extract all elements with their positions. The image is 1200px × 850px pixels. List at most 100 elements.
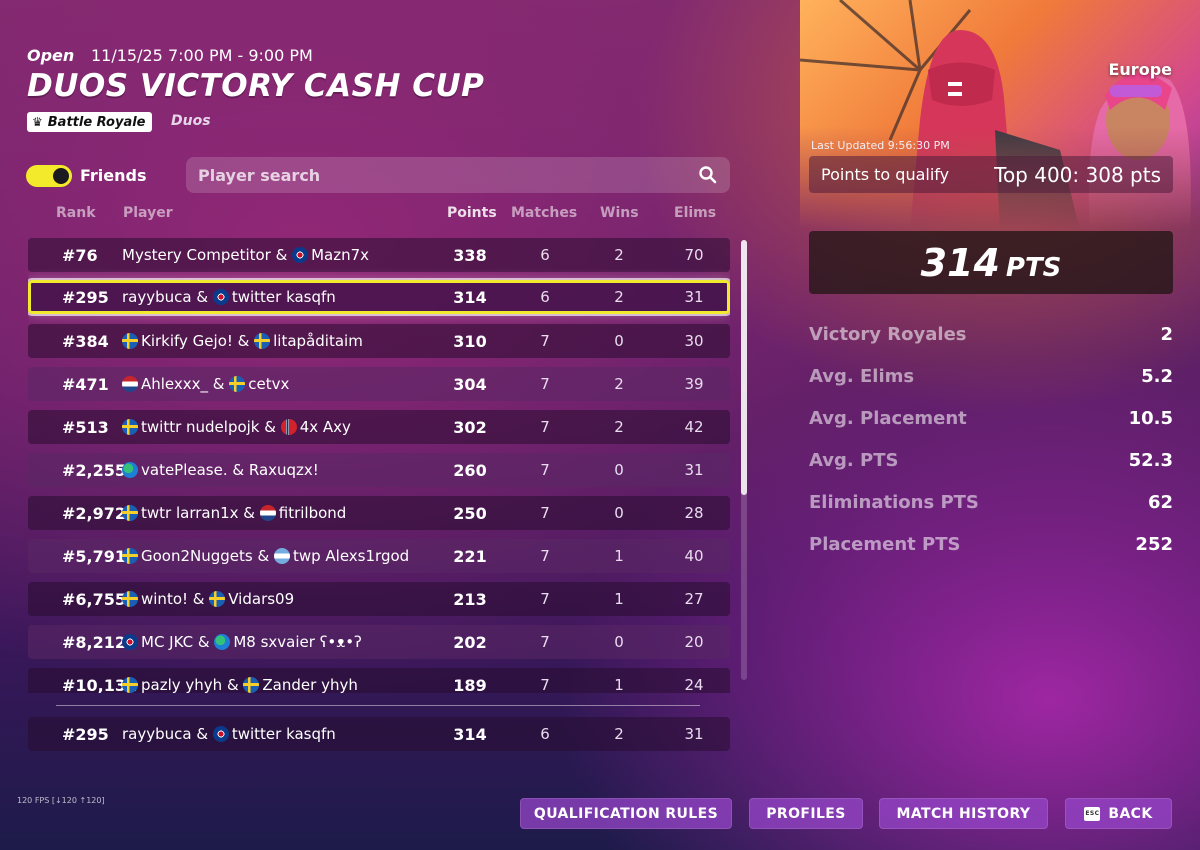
- leaderboard-row[interactable]: #2,972 twtr larran1x & fitrilbond 250 7 0 28: [28, 496, 730, 530]
- row-elims: 31: [684, 288, 704, 306]
- row-elims: 40: [684, 547, 704, 565]
- leaderboard-row[interactable]: #5,791 Goon2Nuggets & twp Alexs1rgod 221 7 1…: [28, 539, 730, 573]
- row-rank: #513: [62, 418, 109, 437]
- stat-avg-pts: Avg. PTS 52.3: [809, 450, 1173, 471]
- row-rank: #384: [62, 332, 109, 351]
- player-separator: &: [238, 504, 260, 522]
- row-wins: 2: [614, 288, 624, 306]
- row-wins: 2: [614, 375, 624, 393]
- esc-key-icon: ESC: [1084, 806, 1101, 821]
- flag-icon: [212, 289, 229, 305]
- row-elims: 24: [684, 676, 704, 693]
- stat-value: 62: [1147, 492, 1173, 513]
- qualify-box: Points to qualify Top 400: 308 pts: [809, 156, 1173, 193]
- mode-badge: ♛ Battle Royale: [27, 112, 152, 132]
- match-history-button[interactable]: MATCH HISTORY: [879, 798, 1048, 829]
- row-wins: 1: [614, 590, 624, 608]
- qualify-value: Top 400: 308 pts: [994, 162, 1161, 187]
- row-player: twtr larran1x & fitrilbond: [122, 504, 346, 522]
- flag-icon: [259, 505, 276, 521]
- leaderboard-row[interactable]: #76 Mystery Competitor & Mazn7x 338 6 2 70: [28, 238, 730, 272]
- search-placeholder: Player search: [198, 165, 321, 185]
- row-matches: 7: [540, 461, 550, 479]
- row-wins: 0: [614, 332, 624, 350]
- stat-value: 52.3: [1128, 450, 1173, 471]
- player-two-name: M8 sxvaier ʕ•ᴥ•ʔ: [233, 633, 362, 651]
- player-separator: &: [222, 676, 244, 693]
- row-elims: 30: [684, 332, 704, 350]
- leaderboard-scrollbar[interactable]: [741, 240, 747, 680]
- leaderboard-row[interactable]: #6,755 winto! & Vidars09 213 7 1 27: [28, 582, 730, 616]
- flag-icon: [254, 333, 271, 349]
- leaderboard-row[interactable]: #10,131 pazly yhyh & Zander yhyh 189 7 1 24: [28, 668, 730, 693]
- row-points: 260: [453, 461, 487, 480]
- region-label: Europe: [1108, 60, 1172, 79]
- stat-label: Victory Royales: [809, 324, 967, 345]
- profiles-button[interactable]: PROFILES: [749, 798, 863, 829]
- leaderboard-row[interactable]: #8,212 MC JKC & M8 sxvaier ʕ•ᴥ•ʔ 202 7 0 20: [28, 625, 730, 659]
- row-points: 221: [453, 547, 487, 566]
- stat-label: Eliminations PTS: [809, 492, 979, 513]
- leaderboard-row[interactable]: #2,255 vatePlease. & Raxuqzx! 260 7 0 31: [28, 453, 730, 487]
- flag-icon: [212, 726, 229, 742]
- character-illustration: [800, 0, 1191, 230]
- player-two-name: fitrilbond: [278, 504, 347, 522]
- row-matches: 6: [540, 725, 550, 743]
- total-points-box: 314 PTS: [809, 231, 1173, 294]
- stat-eliminations-pts: Eliminations PTS 62: [809, 492, 1173, 513]
- qualification-rules-button[interactable]: QUALIFICATION RULES: [520, 798, 732, 829]
- player-two-name: litapåditaim: [273, 332, 363, 350]
- player-two-name: 4x Axy: [299, 418, 351, 436]
- leaderboard-row-current-player[interactable]: #295 rayybuca & twitter kasqfn 314 6 2 31: [28, 280, 730, 314]
- row-elims: 39: [684, 375, 704, 393]
- flag-icon: [229, 376, 246, 392]
- row-points: 304: [453, 375, 487, 394]
- row-player: Ahlexxx_ & cetvx: [122, 375, 289, 393]
- row-rank: #5,791: [62, 547, 127, 566]
- row-points: 202: [453, 633, 487, 652]
- row-matches: 7: [540, 590, 550, 608]
- row-elims: 20: [684, 633, 704, 651]
- leaderboard-list: #76 Mystery Competitor & Mazn7x 338 6 2 70 #2…: [28, 238, 730, 693]
- row-elims: 28: [684, 504, 704, 522]
- row-wins: 0: [614, 461, 624, 479]
- row-rank: #471: [62, 375, 109, 394]
- row-wins: 0: [614, 504, 624, 522]
- stat-value: 5.2: [1141, 366, 1173, 387]
- flag-icon: [209, 591, 226, 607]
- qualify-label: Points to qualify: [821, 165, 950, 184]
- event-time: 11/15/25 7:00 PM - 9:00 PM: [91, 46, 313, 65]
- player-separator: &: [208, 375, 230, 393]
- player-separator: &: [188, 590, 210, 608]
- player-separator: &: [252, 547, 274, 565]
- column-header-player: Player: [123, 205, 173, 221]
- stat-label: Avg. Placement: [809, 408, 967, 429]
- back-button[interactable]: ESC BACK: [1065, 798, 1172, 829]
- button-label: PROFILES: [766, 805, 846, 822]
- row-player: Goon2Nuggets & twp Alexs1rgod: [122, 547, 409, 565]
- row-player: winto! & Vidars09: [122, 590, 294, 608]
- stat-value: 10.5: [1128, 408, 1173, 429]
- player-search-input[interactable]: Player search: [186, 157, 730, 193]
- row-wins: 1: [614, 547, 624, 565]
- player-one-name: Ahlexxx_: [141, 375, 209, 393]
- row-points: 338: [453, 246, 487, 265]
- search-icon[interactable]: [698, 165, 718, 185]
- team-size-label: Duos: [171, 113, 211, 129]
- pinned-player-row[interactable]: #295 rayybuca & twitter kasqfn 314 6 2 31: [28, 717, 730, 751]
- leaderboard-row[interactable]: #471 Ahlexxx_ & cetvx 304 7 2 39: [28, 367, 730, 401]
- row-rank: #2,972: [62, 504, 127, 523]
- friends-toggle[interactable]: [26, 165, 72, 187]
- flag-icon: [214, 634, 231, 650]
- mode-label: Battle Royale: [47, 114, 146, 130]
- scrollbar-thumb[interactable]: [741, 240, 747, 495]
- divider: [56, 705, 700, 706]
- row-rank: #76: [62, 246, 98, 265]
- row-rank: #295: [62, 288, 109, 307]
- leaderboard-row[interactable]: #513 twittr nudelpojk & 4x Axy 302 7 2 42: [28, 410, 730, 444]
- event-title: DUOS VICTORY CASH CUP: [27, 68, 485, 104]
- row-matches: 6: [540, 288, 550, 306]
- row-rank: #2,255: [62, 461, 127, 480]
- total-points-value: 314: [920, 241, 1000, 285]
- leaderboard-row[interactable]: #384 Kirkify Gejo! & litapåditaim 310 7 0 30: [28, 324, 730, 358]
